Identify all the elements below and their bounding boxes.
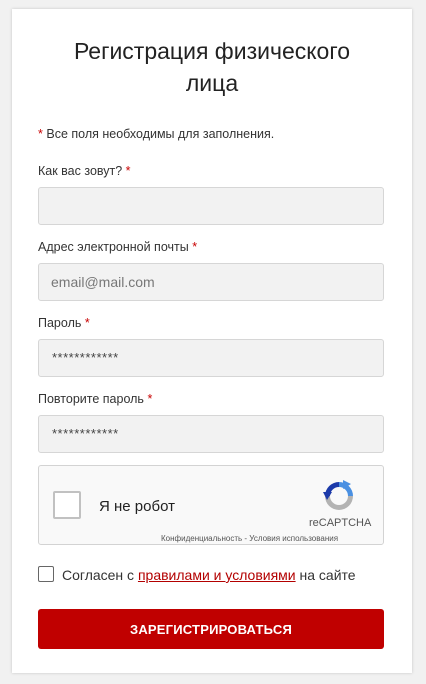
- agreement-checkbox[interactable]: [38, 566, 54, 582]
- recaptcha-brand: reCAPTCHA: [309, 517, 372, 529]
- password-mask: ************: [52, 350, 119, 365]
- password-label-text: Пароль: [38, 316, 82, 330]
- agreement-prefix: Согласен с: [62, 567, 138, 583]
- agreement-suffix: на сайте: [295, 567, 356, 583]
- password-repeat-label-text: Повторите пароль: [38, 392, 144, 406]
- recaptcha-widget: Я не робот reCAPTCHA Конфиденциальность …: [38, 465, 384, 545]
- password-repeat-input[interactable]: ************: [38, 415, 384, 453]
- required-note-text: Все поля необходимы для заполнения.: [46, 127, 275, 141]
- password-repeat-label: Повторите пароль *: [38, 392, 152, 406]
- recaptcha-privacy-link[interactable]: Конфиденциальность: [161, 534, 242, 543]
- recaptcha-checkbox[interactable]: [53, 491, 81, 519]
- terms-link[interactable]: правилами и условиями: [138, 567, 296, 583]
- email-input[interactable]: [38, 263, 384, 301]
- name-input[interactable]: [38, 187, 384, 225]
- email-label-text: Адрес электронной почты: [38, 240, 189, 254]
- recaptcha-terms-link[interactable]: Условия использования: [249, 534, 338, 543]
- password-repeat-mask: ************: [52, 426, 119, 441]
- required-asterisk: *: [192, 240, 198, 254]
- password-label: Пароль *: [38, 316, 90, 330]
- required-note: * Все поля необходимы для заполнения.: [38, 127, 274, 141]
- email-label: Адрес электронной почты *: [38, 240, 197, 254]
- recaptcha-links: Конфиденциальность - Условия использован…: [161, 534, 338, 543]
- required-asterisk: *: [84, 316, 90, 330]
- registration-card: Регистрация физического лица * Все поля …: [12, 9, 412, 673]
- register-button[interactable]: Зарегистрироваться: [38, 609, 384, 649]
- name-label: Как вас зовут? *: [38, 164, 131, 178]
- recaptcha-label: Я не робот: [99, 498, 175, 515]
- page-title: Регистрация физического лица: [73, 38, 351, 96]
- name-label-text: Как вас зовут?: [38, 164, 123, 178]
- required-asterisk: *: [38, 127, 43, 141]
- required-asterisk: *: [125, 164, 131, 178]
- agreement-text: Согласен с правилами и условиями на сайт…: [62, 567, 356, 583]
- recaptcha-logo-icon: [323, 480, 353, 510]
- required-asterisk: *: [147, 392, 153, 406]
- password-input[interactable]: ************: [38, 339, 384, 377]
